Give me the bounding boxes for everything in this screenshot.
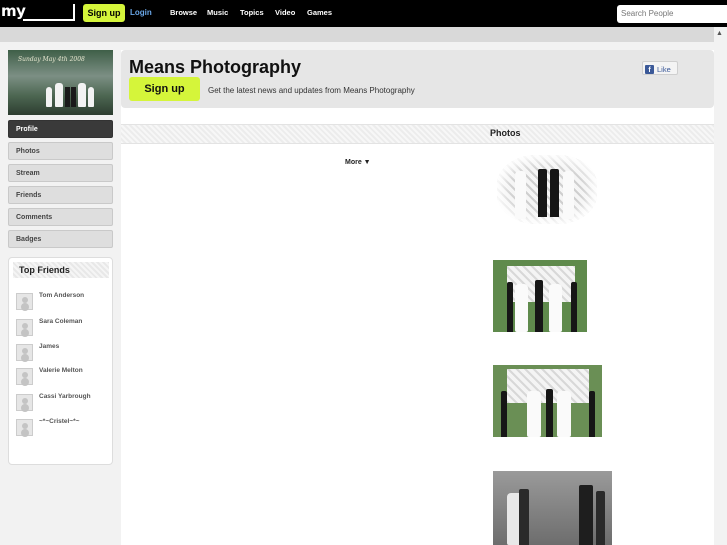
sidebar-item-stream[interactable]: Stream [8, 164, 113, 182]
friend-name[interactable]: Tom Anderson [39, 291, 99, 301]
top-friends-title: Top Friends [13, 262, 109, 278]
avatar[interactable] [16, 368, 33, 385]
page-title: Means Photography [129, 57, 302, 77]
signup-button[interactable]: Sign up [129, 77, 200, 101]
sidebar-item-comments[interactable]: Comments [8, 208, 113, 226]
avatar[interactable] [16, 344, 33, 361]
like-label: Like [657, 64, 671, 74]
friend-name[interactable]: James [39, 342, 99, 352]
friend-item[interactable]: Valerie Melton [16, 366, 106, 390]
photo-thumbnail[interactable] [493, 153, 601, 226]
nav-topics[interactable]: Topics [240, 8, 264, 17]
profile-picture[interactable]: Sunday May 4th 2008 [8, 50, 113, 115]
scroll-up-arrow-icon[interactable]: ▲ [716, 30, 723, 37]
avatar[interactable] [16, 394, 33, 411]
friend-name[interactable]: ~*~Cristel~*~ [39, 417, 99, 427]
friend-name[interactable]: Cassi Yarbrough [39, 392, 99, 402]
sidebar-item-photos[interactable]: Photos [8, 142, 113, 160]
photo-thumbnail[interactable] [493, 260, 587, 332]
myspace-logo[interactable]: my [1, 2, 26, 20]
avatar[interactable] [16, 419, 33, 436]
nav-browse[interactable]: Browse [170, 8, 197, 17]
sidebar-item-badges[interactable]: Badges [8, 230, 113, 248]
facebook-like-button[interactable]: f Like [642, 61, 678, 75]
photo-thumbnail[interactable] [493, 471, 612, 545]
photos-section-header [121, 124, 714, 144]
header-tagline: Get the latest news and updates from Mea… [208, 86, 415, 95]
logo-underline [23, 4, 75, 21]
facebook-icon: f [645, 64, 654, 74]
vertical-scrollbar[interactable] [714, 27, 727, 545]
friend-item[interactable]: ~*~Cristel~*~ [16, 417, 106, 441]
sub-header-bar [0, 27, 727, 42]
avatar[interactable] [16, 319, 33, 336]
nav-video[interactable]: Video [275, 8, 295, 17]
top-signup-button[interactable]: Sign up [83, 4, 125, 22]
friend-item[interactable]: Tom Anderson [16, 291, 106, 315]
friend-name[interactable]: Valerie Melton [39, 366, 99, 376]
friend-item[interactable]: James [16, 342, 106, 366]
friend-item[interactable]: Sara Coleman [16, 317, 106, 341]
sidebar-item-profile[interactable]: Profile [8, 120, 113, 138]
photo-thumbnail[interactable] [493, 365, 602, 437]
more-dropdown[interactable]: More ▼ [345, 159, 371, 166]
nav-games[interactable]: Games [307, 8, 332, 17]
profile-picture-caption: Sunday May 4th 2008 [18, 56, 85, 63]
login-link[interactable]: Login [130, 8, 152, 17]
search-people-input[interactable]: Search People [617, 5, 727, 23]
photos-title: Photos [490, 128, 521, 138]
sidebar-item-friends[interactable]: Friends [8, 186, 113, 204]
friend-item[interactable]: Cassi Yarbrough [16, 392, 106, 416]
avatar[interactable] [16, 293, 33, 310]
friend-name[interactable]: Sara Coleman [39, 317, 99, 327]
nav-music[interactable]: Music [207, 8, 228, 17]
